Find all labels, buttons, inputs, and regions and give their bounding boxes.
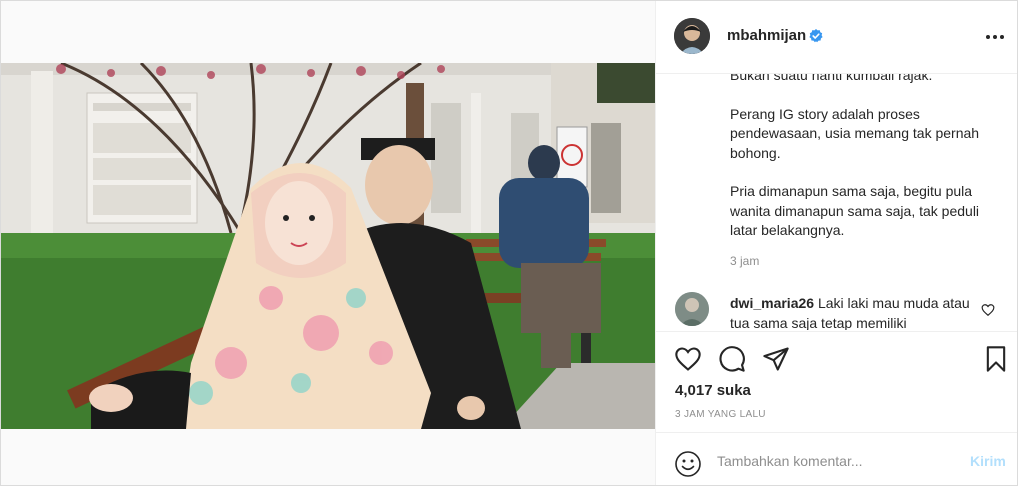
comment-icon[interactable]	[718, 345, 746, 373]
caption: Bukan suatu hanti kumbali rajak. Perang …	[730, 74, 1002, 260]
comments-list[interactable]: Bukan suatu hanti kumbali rajak. Perang …	[656, 74, 1017, 330]
avatar[interactable]	[674, 18, 710, 54]
post-header: mbahmijan	[656, 1, 1017, 74]
like-icon[interactable]	[674, 345, 702, 373]
media-area	[1, 1, 655, 485]
comment-like-icon[interactable]	[981, 303, 995, 317]
emoji-icon[interactable]	[674, 450, 702, 478]
posted-time[interactable]: 3 JAM YANG LALU	[675, 409, 766, 420]
caption-paragraph: Pria dimanapun sama saja, begitu pula wa…	[730, 183, 980, 238]
more-options-icon[interactable]	[984, 27, 1006, 47]
post-actions: 4,017 suka 3 JAM YANG LALU	[656, 331, 1017, 432]
post-dialog: mbahmijan Bukan suatu hanti kumbali raja…	[0, 0, 1018, 486]
likes-count[interactable]: 4,017 suka	[675, 382, 751, 399]
comment-avatar[interactable]	[675, 292, 709, 326]
post-side-panel: mbahmijan Bukan suatu hanti kumbali raja…	[655, 1, 1017, 485]
caption-paragraph: Bukan suatu hanti kumbali rajak.	[730, 74, 933, 83]
comment: dwi_maria26 Laki laki mau muda atau tua …	[730, 294, 970, 330]
post-comment-button[interactable]: Kirim	[970, 453, 1006, 469]
post-photo[interactable]	[1, 63, 655, 429]
comment-username[interactable]: dwi_maria26	[730, 295, 814, 311]
caption-time[interactable]: 3 jam	[730, 254, 759, 268]
save-icon[interactable]	[982, 345, 1010, 373]
add-comment-bar: Kirim	[656, 432, 1017, 485]
verified-badge-icon	[809, 29, 823, 43]
username[interactable]: mbahmijan	[727, 27, 806, 44]
comment-input[interactable]	[717, 450, 947, 472]
share-icon[interactable]	[762, 345, 790, 373]
caption-paragraph: Perang IG story adalah proses pendewasaa…	[730, 105, 980, 161]
